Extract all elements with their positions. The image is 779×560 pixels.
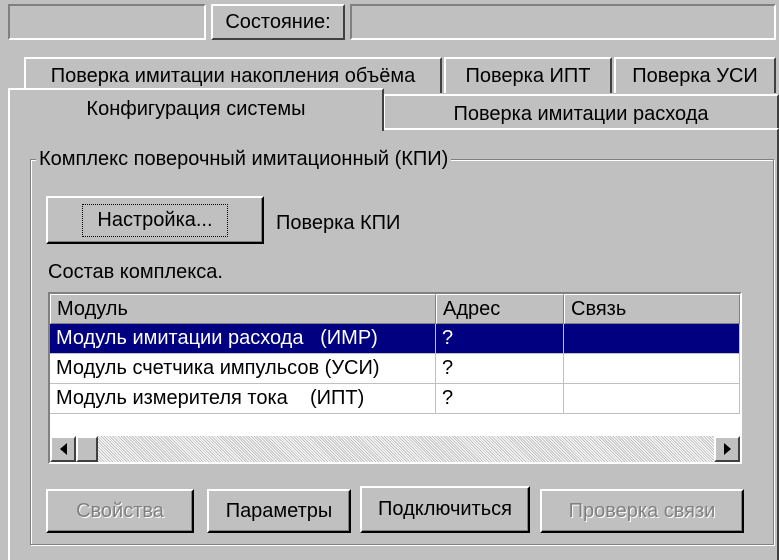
status-label: Состояние: bbox=[225, 10, 331, 33]
setup-caption: Поверка КПИ bbox=[276, 212, 401, 234]
properties-button[interactable]: Свойства bbox=[46, 489, 194, 533]
table-header-row: Модуль Адрес Связь bbox=[50, 294, 740, 324]
table-row[interactable]: Модуль имитации расхода (ИМР) ? bbox=[50, 324, 740, 354]
status-strip: Состояние: bbox=[0, 0, 779, 44]
tab-label: Поверка УСИ bbox=[632, 64, 758, 87]
table-row[interactable]: Модуль счетчика импульсов (УСИ) ? bbox=[50, 354, 740, 384]
cell-module: Модуль имитации расхода (ИМР) bbox=[50, 324, 436, 354]
tab-system-configuration[interactable]: Конфигурация системы bbox=[8, 88, 384, 131]
tab-ipt-check[interactable]: Поверка ИПТ bbox=[444, 57, 612, 93]
cell-link bbox=[564, 324, 740, 354]
cell-module: Модуль измерителя тока (ИПТ) bbox=[50, 384, 436, 414]
kpi-group-title: Комплекс поверочный имитационный (КПИ) bbox=[36, 146, 452, 172]
column-header-link[interactable]: Связь bbox=[564, 294, 740, 324]
arrow-left-icon bbox=[59, 443, 67, 455]
scrollbar-thumb[interactable] bbox=[76, 436, 98, 462]
check-link-button-label: Проверка связи bbox=[568, 499, 716, 522]
table-row[interactable]: Модуль измерителя тока (ИПТ) ? bbox=[50, 384, 740, 414]
tab-label: Конфигурация системы bbox=[86, 98, 306, 120]
properties-button-label: Свойства bbox=[76, 499, 164, 522]
cell-address: ? bbox=[436, 354, 564, 384]
tab-flow-imitation-check[interactable]: Поверка имитации расхода bbox=[383, 94, 779, 130]
cell-link bbox=[564, 384, 740, 414]
cell-module: Модуль счетчика импульсов (УСИ) bbox=[50, 354, 436, 384]
table-body: Модуль Адрес Связь Модуль имитации расхо… bbox=[50, 294, 740, 434]
connect-button-label: Подключиться bbox=[378, 498, 512, 520]
composition-label: Состав комплекса. bbox=[48, 261, 223, 283]
cell-address: ? bbox=[436, 324, 564, 354]
setup-button-label: Настройка... bbox=[82, 203, 228, 237]
tab-label: Поверка имитации расхода bbox=[453, 103, 709, 125]
scroll-right-button[interactable] bbox=[714, 436, 740, 462]
arrow-right-icon bbox=[723, 443, 731, 455]
check-link-button[interactable]: Проверка связи bbox=[540, 489, 744, 533]
cell-address: ? bbox=[436, 384, 564, 414]
setup-button[interactable]: Настройка... bbox=[46, 196, 264, 244]
status-value-field bbox=[350, 4, 776, 40]
status-label-box: Состояние: bbox=[211, 4, 345, 40]
parameters-button-label: Параметры bbox=[225, 499, 333, 522]
column-header-module[interactable]: Модуль bbox=[50, 294, 436, 324]
tab-label: Поверка ИПТ bbox=[465, 64, 591, 87]
parameters-button[interactable]: Параметры bbox=[207, 489, 351, 533]
modules-table[interactable]: Модуль Адрес Связь Модуль имитации расхо… bbox=[48, 292, 742, 464]
horizontal-scrollbar[interactable] bbox=[50, 436, 740, 462]
connect-button[interactable]: Подключиться bbox=[360, 486, 530, 533]
status-left-panel bbox=[8, 4, 206, 40]
tab-label: Поверка имитации накопления объёма bbox=[50, 64, 416, 87]
cell-link bbox=[564, 354, 740, 384]
tab-usi-check[interactable]: Поверка УСИ bbox=[614, 57, 776, 93]
column-header-address[interactable]: Адрес bbox=[436, 294, 564, 324]
scroll-left-button[interactable] bbox=[50, 436, 76, 462]
